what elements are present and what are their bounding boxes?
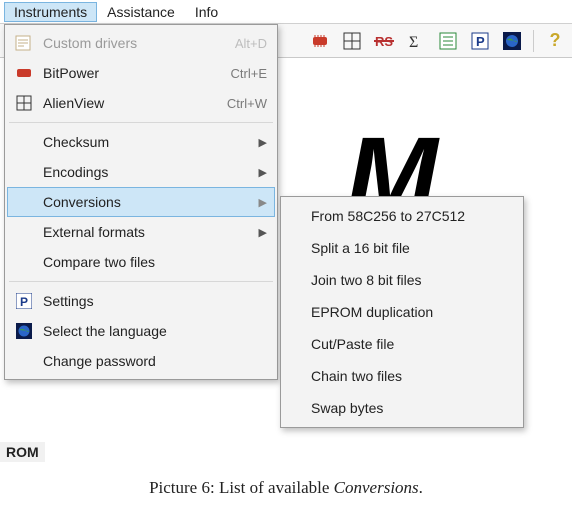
submenu-item-label: Swap bytes bbox=[311, 400, 383, 416]
menu-item-label: Change password bbox=[43, 353, 267, 369]
p-box-icon[interactable]: P bbox=[469, 30, 491, 52]
submenu-from-58c256[interactable]: From 58C256 to 27C512 bbox=[283, 200, 521, 232]
menu-encodings[interactable]: Encodings ▶ bbox=[7, 157, 275, 187]
menubar: Instruments Assistance Info bbox=[0, 0, 572, 24]
svg-text:Σ: Σ bbox=[409, 34, 418, 50]
submenu-item-label: Split a 16 bit file bbox=[311, 240, 410, 256]
menu-assistance[interactable]: Assistance bbox=[97, 2, 185, 22]
menu-item-label: External formats bbox=[43, 224, 251, 240]
caption-prefix: Picture 6: List of available bbox=[149, 478, 334, 497]
menu-bitpower[interactable]: BitPower Ctrl+E bbox=[7, 58, 275, 88]
strike-icon[interactable]: RS bbox=[373, 30, 395, 52]
menu-item-label: Settings bbox=[43, 293, 267, 309]
submenu-arrow-icon: ▶ bbox=[259, 196, 267, 209]
menu-checksum[interactable]: Checksum ▶ bbox=[7, 127, 275, 157]
chip-icon[interactable] bbox=[309, 30, 331, 52]
conversions-submenu: From 58C256 to 27C512 Split a 16 bit fil… bbox=[280, 196, 524, 428]
submenu-join-8bit[interactable]: Join two 8 bit files bbox=[283, 264, 521, 296]
submenu-item-label: Cut/Paste file bbox=[311, 336, 394, 352]
submenu-cut-paste[interactable]: Cut/Paste file bbox=[283, 328, 521, 360]
submenu-item-label: Chain two files bbox=[311, 368, 402, 384]
figure-caption: Picture 6: List of available Conversions… bbox=[0, 478, 572, 498]
menu-item-label: Select the language bbox=[43, 323, 267, 339]
menu-change-password[interactable]: Change password bbox=[7, 346, 275, 376]
caption-suffix: . bbox=[419, 478, 423, 497]
submenu-item-label: From 58C256 to 27C512 bbox=[311, 208, 465, 224]
submenu-arrow-icon: ▶ bbox=[259, 136, 267, 149]
submenu-item-label: Join two 8 bit files bbox=[311, 272, 422, 288]
svg-text:P: P bbox=[476, 34, 485, 49]
menu-instruments[interactable]: Instruments bbox=[4, 2, 97, 22]
submenu-chain-files[interactable]: Chain two files bbox=[283, 360, 521, 392]
submenu-eprom-dup[interactable]: EPROM duplication bbox=[283, 296, 521, 328]
grid4-icon[interactable] bbox=[341, 30, 363, 52]
menu-separator bbox=[9, 122, 273, 123]
script-icon bbox=[13, 32, 35, 54]
globe-icon[interactable] bbox=[501, 30, 523, 52]
caption-emphasis: Conversions bbox=[334, 478, 419, 497]
menu-alienview[interactable]: AlienView Ctrl+W bbox=[7, 88, 275, 118]
menu-item-label: BitPower bbox=[43, 65, 221, 81]
chip-icon bbox=[13, 62, 35, 84]
menu-external-formats[interactable]: External formats ▶ bbox=[7, 217, 275, 247]
sigma-icon[interactable]: Σ bbox=[405, 30, 427, 52]
submenu-item-label: EPROM duplication bbox=[311, 304, 433, 320]
menu-item-shortcut: Ctrl+E bbox=[231, 66, 267, 81]
submenu-split-16bit[interactable]: Split a 16 bit file bbox=[283, 232, 521, 264]
menu-item-label: Compare two files bbox=[43, 254, 267, 270]
menu-custom-drivers: Custom drivers Alt+D bbox=[7, 28, 275, 58]
menu-item-shortcut: Ctrl+W bbox=[227, 96, 267, 111]
menu-compare-files[interactable]: Compare two files bbox=[7, 247, 275, 277]
menu-settings[interactable]: P Settings bbox=[7, 286, 275, 316]
globe-icon bbox=[13, 320, 35, 342]
rom-label: ROM bbox=[0, 442, 45, 462]
svg-text:P: P bbox=[20, 295, 28, 309]
instruments-dropdown: Custom drivers Alt+D BitPower Ctrl+E Ali… bbox=[4, 24, 278, 380]
p-box-icon: P bbox=[13, 290, 35, 312]
menu-info[interactable]: Info bbox=[185, 2, 228, 22]
menu-select-language[interactable]: Select the language bbox=[7, 316, 275, 346]
submenu-arrow-icon: ▶ bbox=[259, 166, 267, 179]
help-icon[interactable]: ? bbox=[544, 30, 566, 52]
submenu-arrow-icon: ▶ bbox=[259, 226, 267, 239]
menu-separator bbox=[9, 281, 273, 282]
menu-conversions[interactable]: Conversions ▶ bbox=[7, 187, 275, 217]
menu-item-label: Checksum bbox=[43, 134, 251, 150]
menu-item-label: AlienView bbox=[43, 95, 217, 111]
menu-item-label: Encodings bbox=[43, 164, 251, 180]
grid4-icon bbox=[13, 92, 35, 114]
menu-item-label: Conversions bbox=[43, 194, 251, 210]
menu-item-label: Custom drivers bbox=[43, 35, 225, 51]
submenu-swap-bytes[interactable]: Swap bytes bbox=[283, 392, 521, 424]
menu-item-shortcut: Alt+D bbox=[235, 36, 267, 51]
list-green-icon[interactable] bbox=[437, 30, 459, 52]
